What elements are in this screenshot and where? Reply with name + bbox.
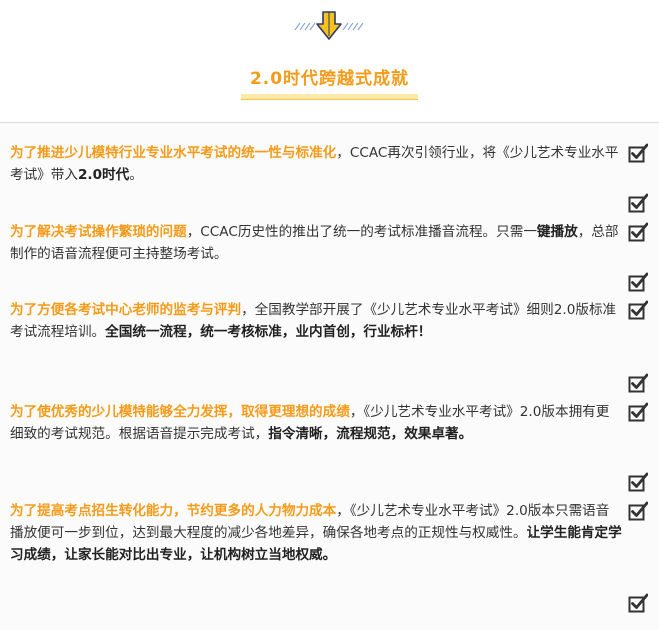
achievement-item-3: 为了方便各考试中心老师的监考与评判，全国教学部开展了《少儿艺术专业水平考试》细则…: [10, 299, 622, 343]
checked-box-icon: [628, 501, 648, 521]
item-bold: 指令清晰，流程规范，效果卓著。: [268, 426, 473, 442]
arrow-down-icon: [293, 10, 365, 42]
checked-box-icon: [628, 143, 648, 163]
checked-box-icon: [628, 373, 648, 393]
item-text-end: 。: [129, 167, 143, 183]
item-highlight: 为了提高考点招生转化能力，节约更多的人力物力成本: [10, 503, 337, 519]
checked-box-icon: [628, 472, 648, 492]
item-bold: 2.0时代: [77, 167, 130, 183]
checked-box-icon: [628, 300, 648, 320]
title-underline: [241, 94, 418, 100]
item-highlight: 为了解决考试操作繁琐的问题: [10, 224, 187, 240]
checked-box-icon: [628, 222, 648, 242]
achievement-item-1: 为了推进少儿模特行业专业水平考试的统一性与标准化，CCAC再次引领行业，将《少儿…: [10, 142, 622, 186]
item-bold: 键播放: [536, 224, 578, 240]
item-bold: 全国统一流程，统一考核标准，业内首创，行业标杆！: [105, 324, 432, 340]
item-text: ，CCAC历史性的推出了统一的考试标准播音流程。只需一: [186, 224, 537, 240]
checked-box-icon: [628, 402, 648, 422]
checked-box-icon: [628, 593, 648, 613]
item-highlight: 为了推进少儿模特行业专业水平考试的统一性与标准化: [10, 145, 337, 161]
checked-box-icon: [628, 193, 648, 213]
achievement-item-4: 为了使优秀的少儿模特能够全力发挥，取得更理想的成绩，《少儿艺术专业水平考试》2.…: [10, 401, 622, 445]
achievement-item-5: 为了提高考点招生转化能力，节约更多的人力物力成本，《少儿艺术专业水平考试》2.0…: [10, 500, 622, 566]
item-highlight: 为了使优秀的少儿模特能够全力发挥，取得更理想的成绩: [10, 404, 350, 420]
item-highlight: 为了方便各考试中心老师的监考与评判: [10, 302, 242, 318]
achievement-item-2: 为了解决考试操作繁琐的问题，CCAC历史性的推出了统一的考试标准播音流程。只需一…: [10, 221, 622, 265]
checked-box-icon: [628, 272, 648, 292]
section-title: 2.0时代跨越式成就: [249, 69, 410, 89]
